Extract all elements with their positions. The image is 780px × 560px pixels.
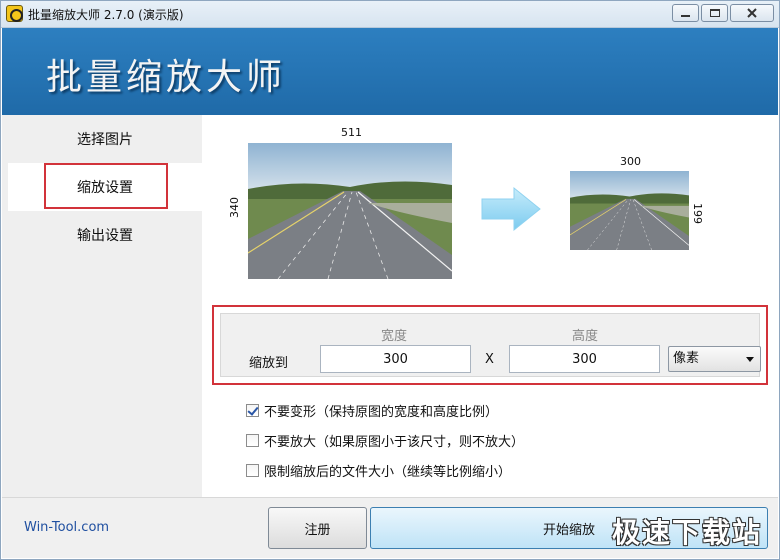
resize-settings-box: 宽度 高度 缩放到 X 像素 (212, 305, 768, 385)
title-bar[interactable]: 批量缩放大师 2.7.0 (演示版) (0, 0, 780, 28)
arrow-right-icon (480, 186, 542, 232)
result-height-label: 199 (691, 203, 704, 224)
no-enlarge-option[interactable]: 不要放大（如果原图小于该尺寸，则不放大） (246, 431, 524, 450)
keep-aspect-checkbox[interactable] (246, 404, 259, 417)
keep-aspect-label: 不要变形（保持原图的宽度和高度比例） (264, 405, 499, 420)
chevron-down-icon (746, 357, 754, 362)
sidebar-item-label: 输出设置 (77, 228, 133, 244)
active-nav-highlight (44, 163, 168, 209)
limit-filesize-label: 限制缩放后的文件大小（继续等比例缩小） (264, 465, 512, 480)
close-icon (731, 5, 773, 21)
app-icon (6, 5, 23, 22)
original-image-preview (248, 143, 452, 279)
result-image-preview (570, 171, 689, 250)
minimize-button[interactable] (672, 4, 699, 22)
window-controls (672, 4, 774, 22)
footer-bar: Win-Tool.com 注册 开始缩放 极速下载站 (2, 497, 778, 558)
width-column-header: 宽度 (381, 329, 408, 344)
watermark-logo: 极速下载站 (611, 516, 762, 549)
banner-title: 批量缩放大师 (46, 57, 287, 98)
app-banner: 批量缩放大师 (2, 28, 778, 115)
limit-filesize-checkbox[interactable] (246, 464, 259, 477)
dimension-separator: X (485, 352, 494, 367)
result-width-label: 300 (620, 155, 641, 168)
window-title: 批量缩放大师 2.7.0 (演示版) (28, 8, 184, 22)
register-button[interactable]: 注册 (268, 507, 367, 549)
limit-filesize-option[interactable]: 限制缩放后的文件大小（继续等比例缩小） (246, 461, 511, 480)
sidebar-item-select-images[interactable]: 选择图片 (8, 115, 202, 163)
original-width-label: 511 (341, 126, 362, 139)
maximize-icon (709, 9, 720, 17)
start-resize-button-label: 开始缩放 (542, 522, 595, 538)
minimize-icon (681, 14, 690, 17)
width-input[interactable] (320, 345, 471, 373)
keep-aspect-option[interactable]: 不要变形（保持原图的宽度和高度比例） (246, 401, 498, 420)
no-enlarge-label: 不要放大（如果原图小于该尺寸，则不放大） (264, 435, 525, 450)
height-input[interactable] (509, 345, 660, 373)
no-enlarge-checkbox[interactable] (246, 434, 259, 447)
resize-settings-panel: 宽度 高度 缩放到 X 像素 (220, 313, 761, 377)
register-button-label: 注册 (304, 522, 331, 538)
resize-to-label: 缩放到 (249, 356, 289, 371)
maximize-button[interactable] (701, 4, 728, 22)
original-height-label: 340 (228, 197, 241, 218)
unit-select[interactable]: 像素 (668, 346, 761, 372)
unit-select-value: 像素 (673, 351, 700, 366)
website-link[interactable]: Win-Tool.com (24, 520, 109, 535)
sidebar-item-output-settings[interactable]: 输出设置 (8, 211, 202, 259)
height-column-header: 高度 (572, 329, 599, 344)
sidebar-item-label: 选择图片 (77, 132, 133, 148)
close-button[interactable] (730, 4, 774, 22)
